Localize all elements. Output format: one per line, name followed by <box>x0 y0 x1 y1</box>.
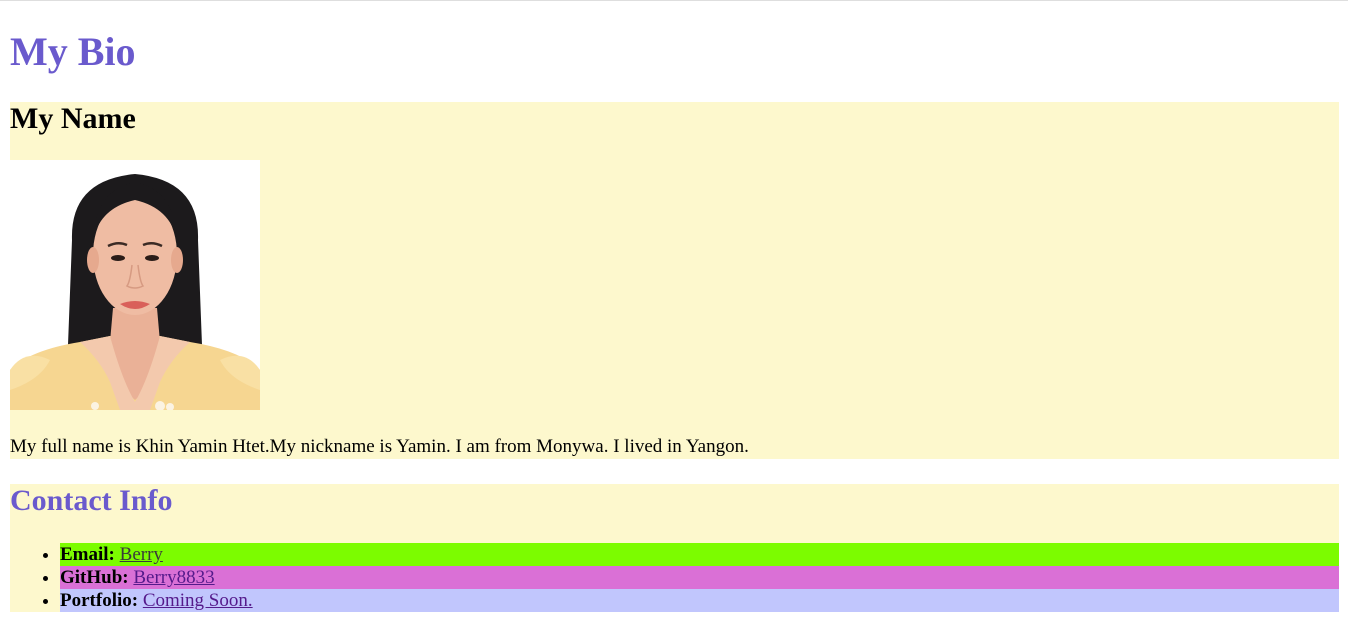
name-heading: My Name <box>10 102 136 135</box>
contact-section: Contact Info Email: Berry GitHub: Berry8… <box>10 484 1339 612</box>
page-title: My Bio <box>10 29 136 74</box>
email-link[interactable]: Berry <box>120 544 163 565</box>
portrait-illustration <box>10 160 260 410</box>
contact-label-email: Email: <box>60 544 115 565</box>
contact-label-github: GitHub: <box>60 567 129 588</box>
contact-item-portfolio: Portfolio: Coming Soon. <box>60 589 1339 612</box>
top-border <box>0 0 1348 1</box>
bio-text: My full name is Khin Yamin Htet.My nickn… <box>10 436 749 457</box>
github-link[interactable]: Berry8833 <box>133 567 214 588</box>
contact-item-github: GitHub: Berry8833 <box>60 566 1339 589</box>
contact-heading: Contact Info <box>10 484 173 517</box>
portrait-photo <box>10 160 260 410</box>
contact-list: Email: Berry GitHub: Berry8833 Portfolio… <box>60 543 1339 612</box>
portfolio-link[interactable]: Coming Soon. <box>143 590 253 611</box>
contact-label-portfolio: Portfolio: <box>60 590 139 611</box>
name-section: My Name My full name is Khin Yamin Htet.… <box>10 102 1339 459</box>
contact-item-email: Email: Berry <box>60 543 1339 566</box>
